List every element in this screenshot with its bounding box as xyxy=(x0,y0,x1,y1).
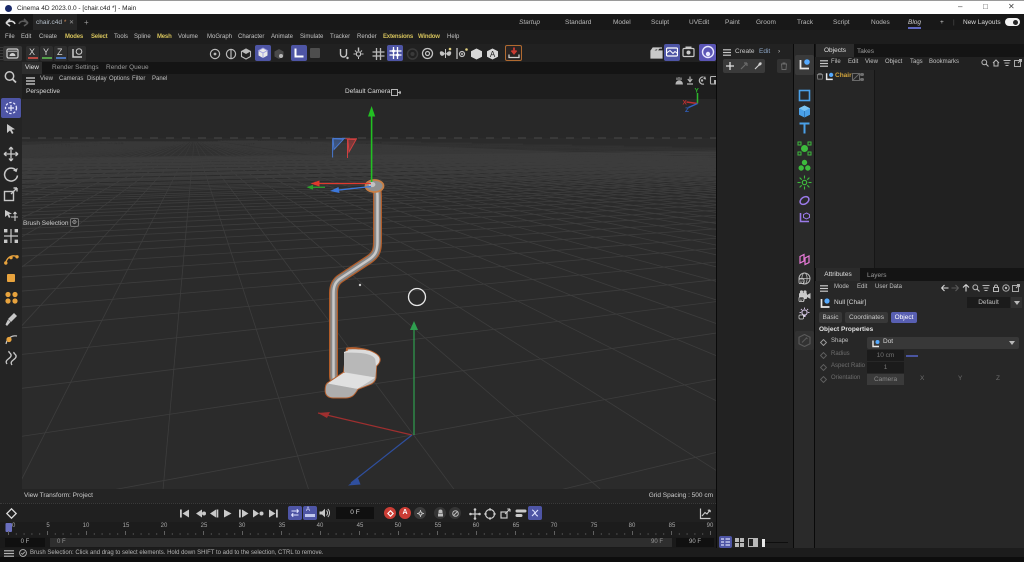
svg-text:A: A xyxy=(490,50,496,59)
svg-text:UV: UV xyxy=(800,298,806,302)
svg-text:UV: UV xyxy=(800,280,806,284)
svg-text:Y: Y xyxy=(695,88,700,95)
svg-text:Z: Z xyxy=(685,107,689,112)
svg-text:X: X xyxy=(683,100,688,107)
